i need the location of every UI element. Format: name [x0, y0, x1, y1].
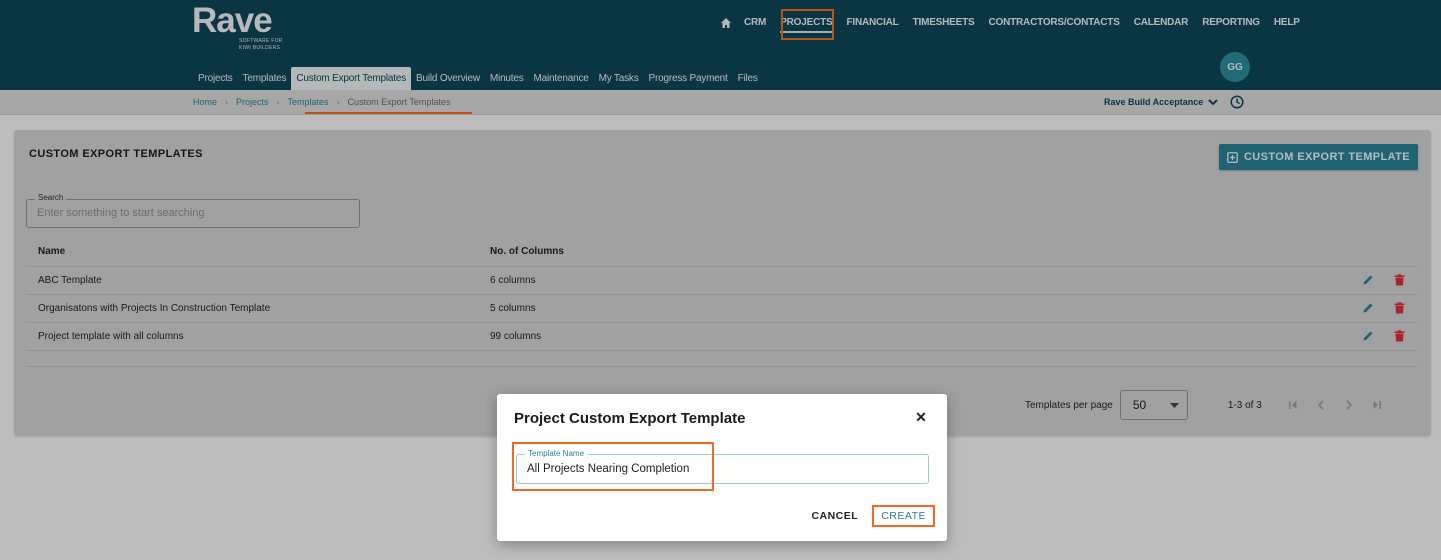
dialog-actions: CANCEL CREATE: [805, 505, 935, 527]
cancel-button[interactable]: CANCEL: [805, 507, 864, 525]
template-name-highlight: [512, 442, 714, 491]
dialog-title: Project Custom Export Template: [514, 410, 746, 427]
create-button[interactable]: CREATE: [872, 505, 935, 527]
close-icon[interactable]: ✕: [915, 410, 927, 424]
